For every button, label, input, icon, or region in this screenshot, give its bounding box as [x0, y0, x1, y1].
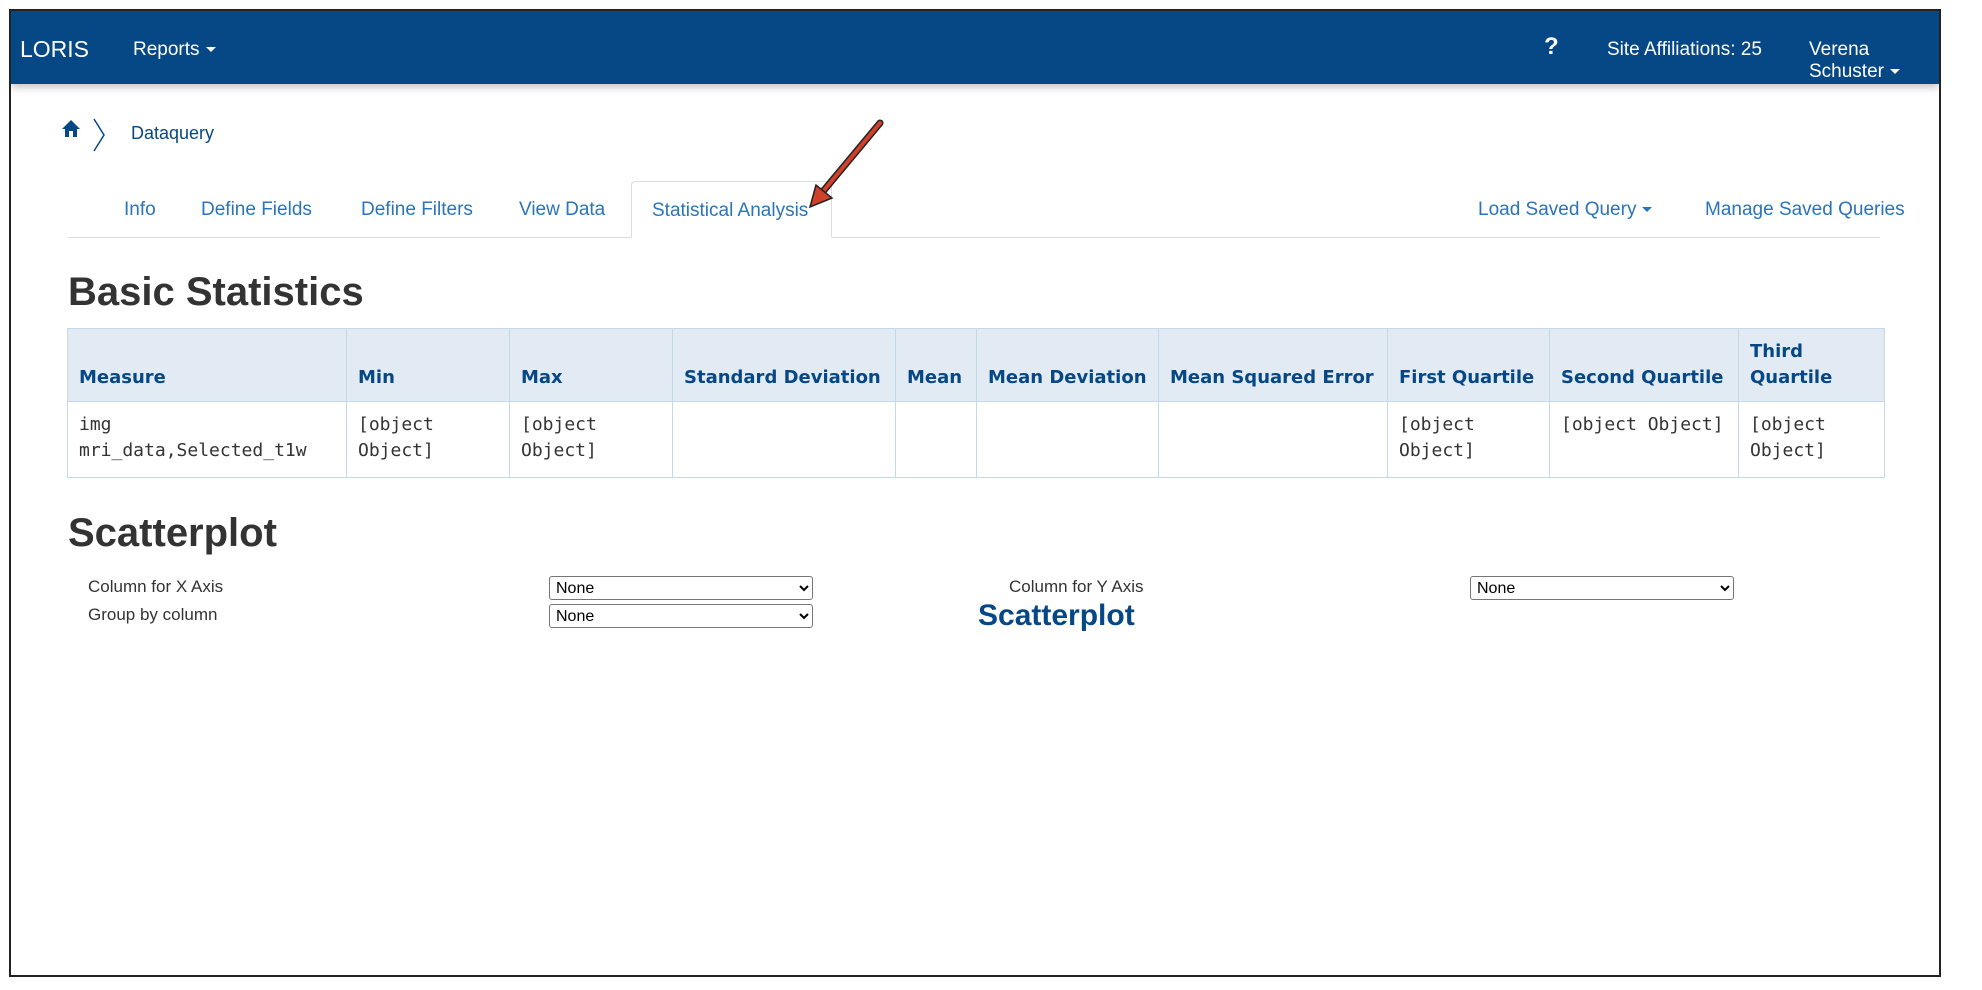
- breadcrumb-separator-icon: [93, 118, 105, 152]
- column-header-third-quartile: Third Quartile: [1738, 328, 1885, 402]
- column-header-mean: Mean: [895, 328, 977, 402]
- cell-first-quartile: [object Object]: [1387, 401, 1550, 478]
- tab-statistical-analysis-label: Statistical Analysis: [652, 200, 809, 221]
- cell-second-quartile: [object Object]: [1549, 401, 1739, 478]
- column-header-second-quartile: Second Quartile: [1549, 328, 1739, 402]
- cell-third-quartile: [object Object]: [1738, 401, 1885, 478]
- column-header-first-quartile: First Quartile: [1387, 328, 1550, 402]
- cell-standard-deviation: [672, 401, 896, 478]
- tabs-divider: [68, 237, 1880, 238]
- home-icon[interactable]: [61, 119, 81, 139]
- tab-info[interactable]: Info: [124, 199, 156, 221]
- cell-max: [object Object]: [509, 401, 673, 478]
- column-header-mean-squared-error: Mean Squared Error: [1158, 328, 1388, 402]
- chevron-down-icon: [1889, 69, 1900, 75]
- load-saved-query-menu[interactable]: Load Saved Query: [1478, 199, 1653, 221]
- cell-mean-squared-error: [1158, 401, 1388, 478]
- table-row: img mri_data,Selected_t1w [object Object…: [67, 401, 1885, 478]
- user-menu[interactable]: Verena Schuster: [1809, 39, 1939, 83]
- y-axis-select[interactable]: None: [1470, 576, 1734, 600]
- top-navbar: LORIS Reports ? Site Affiliations: 25 Ve…: [11, 11, 1939, 84]
- annotation-arrow-icon: [808, 119, 884, 209]
- app-window: LORIS Reports ? Site Affiliations: 25 Ve…: [9, 9, 1941, 977]
- manage-saved-queries-link[interactable]: Manage Saved Queries: [1705, 199, 1905, 221]
- cell-min: [object Object]: [346, 401, 510, 478]
- help-button[interactable]: ?: [1544, 33, 1559, 61]
- column-header-mean-deviation: Mean Deviation: [976, 328, 1159, 402]
- chevron-down-icon: [1642, 207, 1653, 213]
- tab-define-fields[interactable]: Define Fields: [201, 199, 312, 221]
- load-saved-query-label: Load Saved Query: [1478, 199, 1637, 220]
- site-affiliations-link[interactable]: Site Affiliations: 25: [1607, 39, 1762, 61]
- cell-measure: img mri_data,Selected_t1w: [67, 401, 347, 478]
- column-header-min: Min: [346, 328, 510, 402]
- table-header-row: Measure Min Max Standard Deviation Mean …: [67, 328, 1885, 402]
- x-axis-label: Column for X Axis: [88, 577, 224, 596]
- group-by-label: Group by column: [88, 605, 218, 624]
- cell-mean: [895, 401, 977, 478]
- tab-view-data[interactable]: View Data: [519, 199, 605, 221]
- basic-statistics-table: Measure Min Max Standard Deviation Mean …: [67, 328, 1885, 478]
- tab-define-filters[interactable]: Define Filters: [361, 199, 473, 221]
- y-axis-label: Column for Y Axis: [1009, 577, 1144, 596]
- breadcrumb-dataquery[interactable]: Dataquery: [131, 123, 214, 144]
- basic-statistics-heading: Basic Statistics: [68, 270, 364, 314]
- group-by-select[interactable]: None: [549, 604, 813, 628]
- chevron-down-icon: [205, 47, 216, 53]
- column-header-max: Max: [509, 328, 673, 402]
- reports-menu[interactable]: Reports: [133, 39, 216, 61]
- tab-statistical-analysis[interactable]: Statistical Analysis: [631, 181, 832, 238]
- user-menu-label: Verena Schuster: [1809, 39, 1884, 82]
- scatterplot-title: Scatterplot: [978, 599, 1135, 632]
- cell-mean-deviation: [976, 401, 1159, 478]
- scatterplot-heading: Scatterplot: [68, 511, 277, 555]
- brand-logo[interactable]: LORIS: [20, 36, 89, 63]
- column-header-standard-deviation: Standard Deviation: [672, 328, 896, 402]
- reports-menu-label: Reports: [133, 39, 200, 60]
- column-header-measure: Measure: [67, 328, 347, 402]
- x-axis-select[interactable]: None: [549, 576, 813, 600]
